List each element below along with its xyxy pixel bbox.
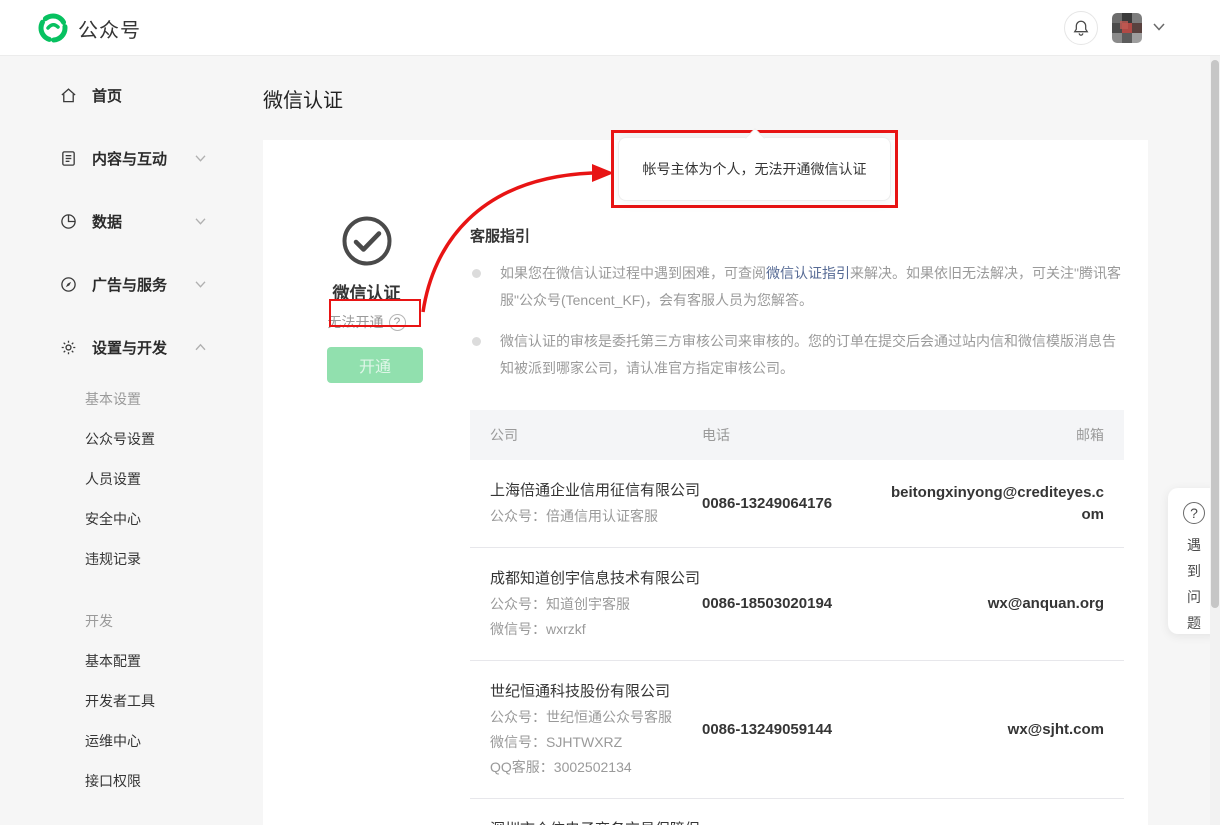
sidebar-subitem-label: 人员设置 bbox=[85, 469, 141, 489]
account-menu-chevron-down-icon[interactable] bbox=[1152, 22, 1166, 32]
table-row: 成都知道创宇信息技术有限公司 公众号：知道创宇客服 微信号：wxrzkf 008… bbox=[470, 548, 1124, 661]
sidebar-subitem-label: 公众号设置 bbox=[85, 429, 155, 449]
guide-title: 客服指引 bbox=[470, 225, 1124, 246]
sidebar-subitem-staff-settings[interactable]: 人员设置 bbox=[0, 459, 235, 499]
sidebar-subitem-security-center[interactable]: 安全中心 bbox=[0, 499, 235, 539]
sidebar-item-ads-services[interactable]: 广告与服务 bbox=[0, 253, 235, 316]
gear-icon bbox=[60, 339, 77, 356]
pie-chart-icon bbox=[60, 213, 77, 230]
sidebar-subitem-violation-records[interactable]: 违规记录 bbox=[0, 539, 235, 579]
annotation-status-red-box bbox=[329, 299, 421, 327]
sidebar-subitem-label: 违规记录 bbox=[85, 549, 141, 569]
bell-icon bbox=[1072, 19, 1090, 37]
email-value: wx@sjht.com bbox=[882, 719, 1104, 741]
col-header-company: 公司 bbox=[470, 425, 702, 445]
brand-label: 公众号 bbox=[78, 14, 141, 43]
audit-companies-table: 公司 电话 邮箱 上海倍通企业信用征信有限公司 公众号：倍通信用认证客服 008… bbox=[470, 410, 1124, 825]
sidebar-subitem-label: 安全中心 bbox=[85, 509, 141, 529]
scrollbar-thumb[interactable] bbox=[1211, 60, 1219, 608]
sidebar-subitem-dev-tools[interactable]: 开发者工具 bbox=[0, 681, 235, 721]
page-title: 微信认证 bbox=[263, 84, 343, 113]
sidebar-item-label: 内容与互动 bbox=[92, 148, 167, 169]
notifications-button[interactable] bbox=[1064, 11, 1098, 45]
sidebar-item-content[interactable]: 内容与互动 bbox=[0, 127, 235, 190]
tooltip-caret bbox=[745, 128, 765, 148]
sidebar-subitem-label: 开发者工具 bbox=[85, 691, 155, 711]
sidebar-subitem-label: 接口权限 bbox=[85, 771, 141, 791]
sidebar-subitem-ops-center[interactable]: 运维中心 bbox=[0, 721, 235, 761]
company-detail: 微信号：wxrzkf bbox=[490, 618, 702, 640]
brand-logo[interactable]: 公众号 bbox=[38, 13, 141, 43]
sidebar-subitem-label: 运维中心 bbox=[85, 731, 141, 751]
verification-card: 微信认证 无法开通 ? 开通 客服指引 如果您在微信认证过程中遇到困难，可查阅微… bbox=[263, 140, 1148, 825]
sidebar-item-settings-dev[interactable]: 设置与开发 bbox=[0, 316, 235, 379]
chevron-down-icon bbox=[194, 154, 207, 163]
avatar[interactable] bbox=[1112, 13, 1142, 43]
sidebar-section-gap bbox=[0, 579, 235, 601]
email-value: beitongxinyong@crediteyes.com bbox=[882, 482, 1104, 526]
company-name: 成都知道创宇信息技术有限公司 bbox=[490, 568, 702, 590]
company-name: 深圳市众信电子商务交易保障促进中心 bbox=[490, 819, 702, 825]
col-header-email: 邮箱 bbox=[882, 425, 1124, 445]
wechat-official-logo-icon bbox=[38, 13, 68, 43]
sidebar-item-label: 设置与开发 bbox=[92, 337, 167, 358]
company-detail: 公众号：知道创宇客服 bbox=[490, 593, 702, 615]
company-detail: QQ客服：3002502134 bbox=[490, 756, 702, 778]
guide-text: 如果您在微信认证过程中遇到困难，可查阅 bbox=[500, 265, 766, 281]
compass-icon bbox=[60, 276, 77, 293]
guide-and-table-column: 客服指引 如果您在微信认证过程中遇到困难，可查阅微信认证指引来解决。如果依旧无法… bbox=[470, 225, 1124, 825]
email-value: wx@anquan.org bbox=[882, 593, 1104, 615]
guide-text: 微信认证的审核是委托第三方审核公司来审核的。您的订单在提交后会通过站内信和微信模… bbox=[500, 333, 1116, 376]
company-name: 上海倍通企业信用征信有限公司 bbox=[490, 480, 702, 502]
verification-guide-link[interactable]: 微信认证指引 bbox=[766, 265, 850, 281]
feedback-label: 遇到问题 bbox=[1186, 532, 1202, 636]
phone-value: 0086-18503020194 bbox=[702, 593, 840, 615]
chevron-down-icon bbox=[194, 280, 207, 289]
guide-bullet-1: 如果您在微信认证过程中遇到困难，可查阅微信认证指引来解决。如果依旧无法解决，可关… bbox=[470, 260, 1124, 314]
company-detail: 公众号：倍通信用认证客服 bbox=[490, 505, 702, 527]
annotation-red-box: 帐号主体为个人，无法开通微信认证 bbox=[611, 130, 898, 208]
sidebar-subitem-label: 基本设置 bbox=[85, 389, 141, 409]
home-icon bbox=[60, 87, 77, 104]
sidebar-item-label: 数据 bbox=[92, 211, 122, 232]
sidebar-nav: 首页 内容与互动 数据 广告与服务 bbox=[0, 56, 235, 825]
scrollbar[interactable] bbox=[1210, 56, 1220, 825]
tooltip-bubble: 帐号主体为个人，无法开通微信认证 bbox=[618, 137, 891, 201]
sidebar-section-label: 开发 bbox=[85, 611, 113, 631]
company-detail: 公众号：世纪恒通公众号客服 bbox=[490, 706, 702, 728]
sidebar-item-label: 广告与服务 bbox=[92, 274, 167, 295]
sidebar-subitem-basic-settings[interactable]: 基本设置 bbox=[0, 379, 235, 419]
sidebar-subitem-api-permissions[interactable]: 接口权限 bbox=[0, 761, 235, 801]
sidebar-subitem-basic-config[interactable]: 基本配置 bbox=[0, 641, 235, 681]
guide-bullet-2: 微信认证的审核是委托第三方审核公司来审核的。您的订单在提交后会通过站内信和微信模… bbox=[470, 328, 1124, 382]
help-question-icon: ? bbox=[1183, 502, 1205, 524]
document-icon bbox=[60, 150, 77, 167]
sidebar-section-label-dev: 开发 bbox=[0, 601, 235, 641]
chevron-down-icon bbox=[194, 217, 207, 226]
top-header: 公众号 bbox=[0, 0, 1220, 56]
app-window: 公众号 首页 bbox=[0, 0, 1220, 825]
table-header-row: 公司 电话 邮箱 bbox=[470, 410, 1124, 460]
sidebar-subitem-account-settings[interactable]: 公众号设置 bbox=[0, 419, 235, 459]
company-name: 世纪恒通科技股份有限公司 bbox=[490, 681, 702, 703]
company-detail: 微信号：SJHTWXRZ bbox=[490, 731, 702, 753]
sidebar-subitem-label: 基本配置 bbox=[85, 651, 141, 671]
check-circle-icon bbox=[341, 215, 393, 267]
phone-value: 0086-13249064176 bbox=[702, 493, 840, 515]
sidebar-item-data[interactable]: 数据 bbox=[0, 190, 235, 253]
col-header-phone: 电话 bbox=[702, 425, 882, 445]
chevron-up-icon bbox=[194, 343, 207, 352]
table-row: 上海倍通企业信用征信有限公司 公众号：倍通信用认证客服 0086-1324906… bbox=[470, 460, 1124, 548]
sidebar-item-label: 首页 bbox=[92, 85, 122, 106]
table-row: 世纪恒通科技股份有限公司 公众号：世纪恒通公众号客服 微信号：SJHTWXRZ … bbox=[470, 661, 1124, 799]
tooltip-text: 帐号主体为个人，无法开通微信认证 bbox=[643, 159, 867, 179]
sidebar-item-home[interactable]: 首页 bbox=[0, 64, 235, 127]
phone-value: 0086-13249059144 bbox=[702, 719, 840, 741]
open-verification-button[interactable]: 开通 bbox=[327, 347, 423, 383]
table-row: 深圳市众信电子商务交易保障促进中心 公众号：众信验证服务中心 QQ客服：4008… bbox=[470, 799, 1124, 825]
